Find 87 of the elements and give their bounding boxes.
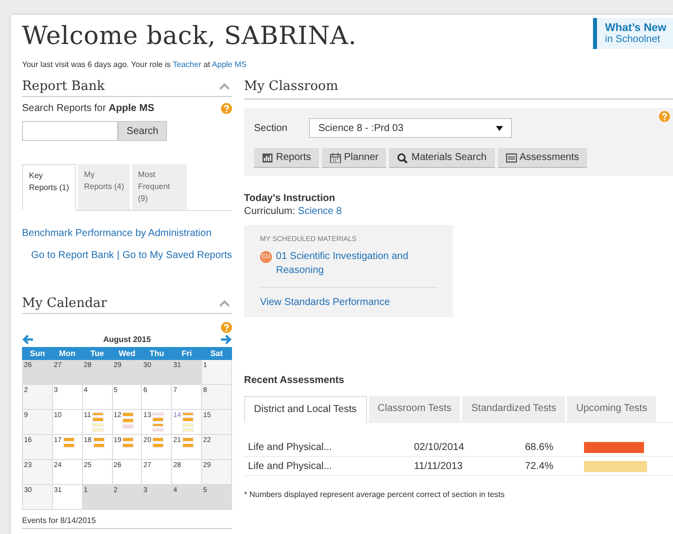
standards-link[interactable]: View Standards Performance — [260, 297, 437, 308]
weekday-header: Wed — [112, 347, 142, 360]
help-icon — [221, 322, 232, 333]
report-tab[interactable]: My Reports (4) — [78, 164, 130, 210]
weekday-header: Tue — [82, 347, 113, 360]
report-link[interactable]: Benchmark Performance by Administration — [22, 228, 232, 239]
footnote-text: * Numbers displayed represent average percent correct of section in tests — [244, 490, 506, 499]
event-bar[interactable] — [152, 428, 164, 432]
search-field[interactable] — [22, 121, 118, 141]
help-icon — [659, 111, 670, 122]
role-link[interactable]: Teacher — [172, 60, 202, 69]
event-bar[interactable] — [182, 428, 194, 432]
event-bar[interactable] — [152, 437, 164, 442]
test-name[interactable]: Life and Physical... — [248, 460, 414, 472]
event-bar[interactable] — [122, 424, 134, 429]
event-bar[interactable] — [92, 443, 104, 448]
weekday-header: Thu — [141, 347, 172, 360]
whats-new-link[interactable]: What’s New in Schoolnet — [593, 18, 673, 49]
event-bar[interactable] — [122, 437, 134, 442]
report-bank-link[interactable]: Go to Report Bank — [31, 250, 114, 261]
event-bar[interactable] — [182, 412, 194, 416]
help-icon — [221, 103, 232, 114]
previous-arrow-icon — [22, 334, 34, 345]
collapse-caret-icon — [219, 300, 230, 307]
event-bar[interactable] — [182, 422, 194, 427]
dropdown-arrow-icon — [496, 126, 504, 130]
report-bank-link[interactable]: Go to My Saved Reports — [122, 250, 232, 261]
curriculum-label: Curriculum: — [244, 206, 296, 217]
test-date: 11/11/2013 — [414, 460, 464, 472]
event-bar[interactable] — [152, 443, 164, 448]
event-bar[interactable] — [152, 422, 164, 427]
classroom-heading: My Classroom — [244, 79, 338, 94]
test-date: 02/10/2014 — [414, 442, 466, 452]
toolbar-button[interactable]: Assessments — [498, 148, 587, 168]
toolbar-button[interactable]: Planner — [322, 148, 386, 168]
calendar-icon — [330, 152, 342, 162]
weekday-header: Mon — [52, 347, 83, 360]
search-label: Search Reports for Apple MS — [22, 103, 154, 114]
assessments-heading: Recent Assessments — [244, 375, 346, 386]
screen-icon — [506, 152, 517, 162]
event-bar[interactable] — [182, 437, 194, 442]
event-bar[interactable] — [122, 418, 134, 423]
section-label: Section — [254, 122, 288, 134]
test-percent: 72.4% — [525, 460, 554, 472]
curriculum-link[interactable]: Science 8 — [298, 206, 342, 217]
test-name[interactable]: Life and Physical... — [248, 442, 414, 452]
event-bar[interactable] — [92, 417, 104, 422]
weekday-header: Sat — [201, 347, 232, 360]
calendar-heading: My Calendar — [22, 296, 107, 311]
events-heading: Events for 8/14/2015 — [22, 516, 232, 529]
assessment-tab[interactable]: Standardized Tests — [462, 396, 566, 422]
report-tab[interactable]: Key Reports (1) — [22, 164, 76, 211]
assessment-tab[interactable]: District and Local Tests — [244, 396, 367, 423]
test-percent: 68.6% — [525, 442, 554, 452]
event-bar[interactable] — [92, 422, 104, 427]
weekday-header: Sun — [22, 347, 53, 360]
event-bar[interactable] — [122, 412, 134, 417]
report-bank-heading: Report Bank — [22, 79, 105, 94]
event-bar[interactable] — [152, 412, 164, 416]
event-bar[interactable] — [62, 443, 75, 448]
role-link[interactable]: Apple MS — [212, 60, 247, 69]
collapse-caret-icon — [219, 83, 230, 90]
toolbar-button[interactable]: Materials Search — [389, 148, 495, 168]
event-bar[interactable] — [92, 428, 104, 432]
weekday-header: Fri — [171, 347, 202, 360]
assessment-tab[interactable]: Upcoming Tests — [567, 396, 656, 422]
search-button[interactable]: Search — [118, 121, 167, 141]
event-bar[interactable] — [182, 417, 194, 422]
search-icon — [397, 152, 408, 162]
event-bar[interactable] — [62, 437, 75, 442]
event-bar[interactable] — [152, 417, 164, 422]
report-tab[interactable]: Most Frequent (9) — [132, 164, 187, 210]
section-dropdown[interactable]: Science 8 - :Prd 03 — [309, 118, 512, 138]
material-link[interactable]: 01 Scientific Investigation and Reasoning — [276, 250, 437, 278]
event-bar[interactable] — [92, 412, 104, 416]
bar-chart-icon — [262, 152, 273, 162]
assessment-tab[interactable]: Classroom Tests — [368, 396, 460, 422]
last-visit-text: Your last visit was 6 days ago. Your role is Teacher at Apple MS — [22, 60, 248, 69]
welcome-title: Welcome back, SABRINA. — [22, 21, 357, 50]
toolbar-button[interactable]: Reports — [254, 148, 320, 168]
event-bar[interactable] — [182, 443, 194, 448]
month-label: August 2015 — [103, 335, 151, 344]
event-bar[interactable] — [122, 443, 134, 448]
event-bar[interactable] — [92, 437, 104, 442]
separator-text: | — [116, 250, 120, 261]
next-arrow-icon — [220, 334, 232, 345]
instruction-heading: Today's Instruction — [244, 193, 336, 204]
